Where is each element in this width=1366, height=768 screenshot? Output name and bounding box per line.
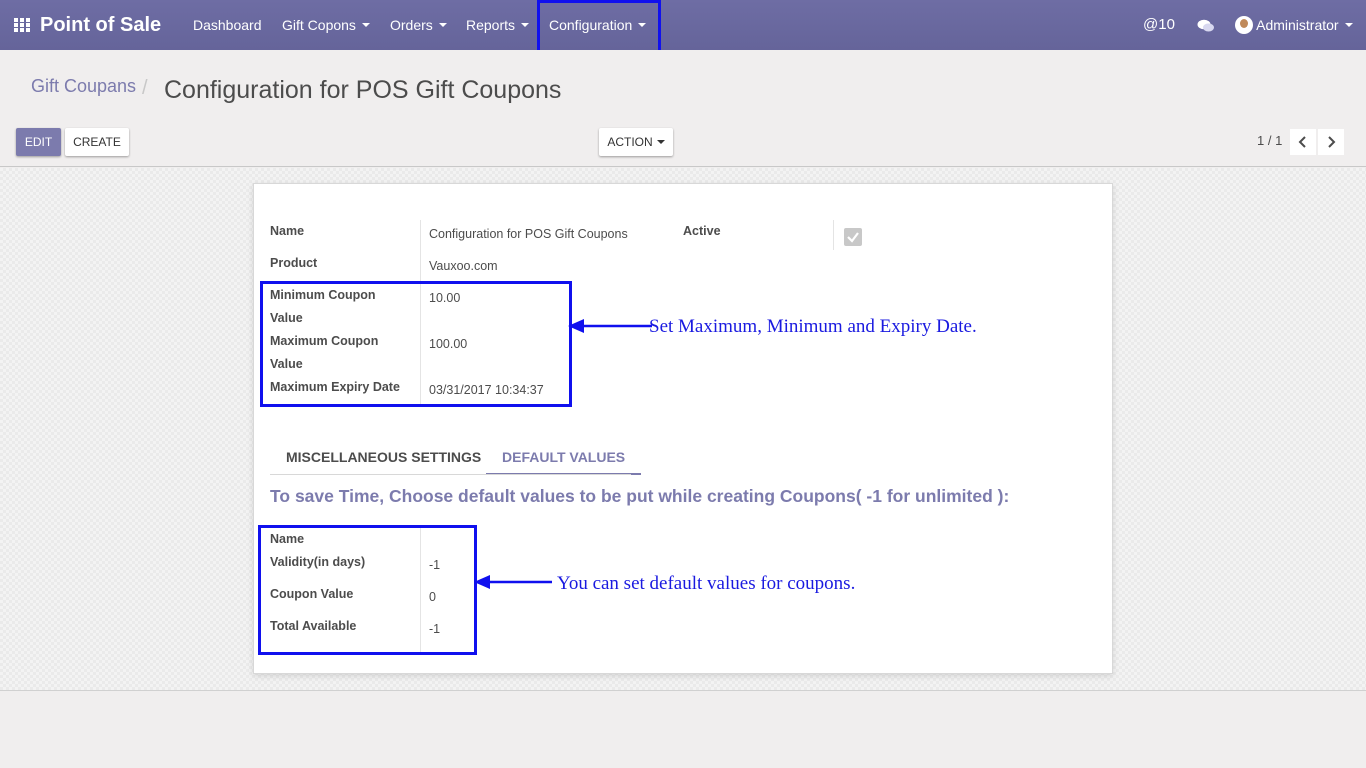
menu-dashboard[interactable]: Dashboard <box>193 0 262 50</box>
chevron-right-icon <box>1328 136 1336 148</box>
create-button[interactable]: CREATE <box>65 128 129 156</box>
defaults-annotation: You can set default values for coupons. <box>557 573 856 594</box>
default-values-heading: To save Time, Choose default values to b… <box>270 486 1010 506</box>
page-title: Configuration for POS Gift Coupons <box>164 76 562 104</box>
menu-orders-label: Orders <box>390 17 433 33</box>
form-sheet: Name Configuration for POS Gift Coupons … <box>253 183 1113 674</box>
action-button[interactable]: ACTION <box>599 128 673 156</box>
name-field: Configuration for POS Gift Coupons <box>429 227 628 241</box>
configuration-highlight-box <box>537 0 661 53</box>
product-label: Product <box>270 256 318 270</box>
menu-reports[interactable]: Reports <box>466 0 530 50</box>
left-arrow-icon <box>568 319 652 333</box>
active-label: Active <box>683 224 721 238</box>
caret-down-icon <box>521 23 530 28</box>
caret-down-icon <box>656 139 665 144</box>
chevron-left-icon <box>1298 136 1306 148</box>
left-arrow-icon <box>474 575 552 589</box>
messages-button[interactable] <box>1197 0 1215 50</box>
check-icon <box>847 232 859 243</box>
avatar <box>1235 15 1253 34</box>
caret-down-icon <box>438 23 447 28</box>
chat-bubbles-icon <box>1197 19 1214 32</box>
user-menu[interactable]: Administrator <box>1235 0 1353 50</box>
breadcrumb-parent[interactable]: Gift Coupans <box>31 76 136 97</box>
active-checkbox[interactable] <box>844 228 862 246</box>
tab-default-values[interactable]: DEFAULT VALUES <box>486 442 642 475</box>
menu-reports-label: Reports <box>466 17 516 33</box>
defaults-highlight-box <box>258 525 477 655</box>
menu-gift-copons-label: Gift Copons <box>282 17 356 33</box>
name-label: Name <box>270 224 305 238</box>
form-view: Name Configuration for POS Gift Coupons … <box>0 168 1366 691</box>
pager-previous-button[interactable] <box>1290 129 1316 155</box>
caret-down-icon <box>361 23 370 28</box>
user-name: Administrator <box>1256 17 1339 33</box>
pager-next-button[interactable] <box>1318 129 1344 155</box>
mentions-button[interactable]: @10 <box>1143 0 1175 50</box>
menu-gift-copons[interactable]: Gift Copons <box>282 0 370 50</box>
app-title[interactable]: Point of Sale <box>40 0 161 50</box>
at-icon: @ <box>1143 16 1159 33</box>
pager-value: 1 / 1 <box>1257 133 1283 148</box>
control-panel: Gift Coupans / Configuration for POS Gif… <box>0 50 1366 167</box>
tab-underline <box>270 474 631 475</box>
tab-miscellaneous-settings[interactable]: MISCELLANEOUS SETTINGS <box>286 442 481 475</box>
apps-grid-icon[interactable] <box>14 18 31 32</box>
mentions-count: 10 <box>1158 16 1175 33</box>
menu-orders[interactable]: Orders <box>390 0 447 50</box>
edit-button[interactable]: EDIT <box>16 128 61 156</box>
breadcrumb-separator: / <box>142 77 148 99</box>
limits-highlight-box <box>260 281 572 407</box>
action-button-label: ACTION <box>607 135 653 149</box>
caret-down-icon <box>1344 23 1353 28</box>
menu-dashboard-label: Dashboard <box>193 17 262 33</box>
product-field: Vauxoo.com <box>429 259 498 273</box>
limits-annotation: Set Maximum, Minimum and Expiry Date. <box>649 316 977 337</box>
top-navbar: Point of Sale Dashboard Gift Copons Orde… <box>0 0 1366 53</box>
label-separator <box>833 220 834 250</box>
